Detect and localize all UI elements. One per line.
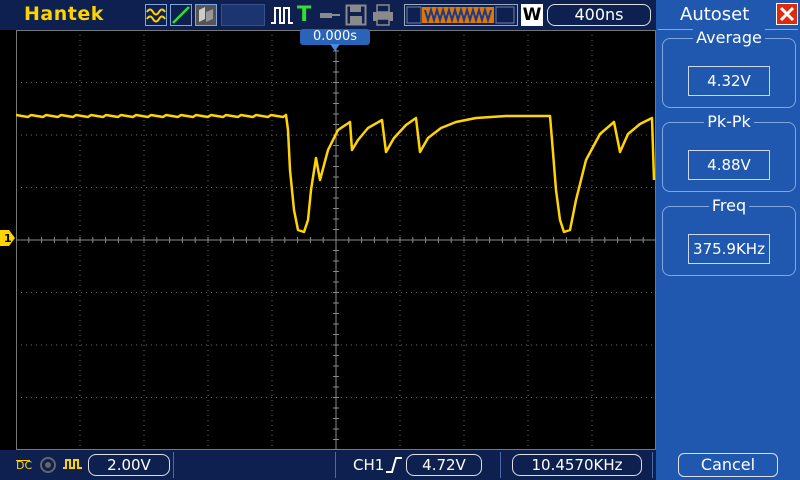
waveform-display[interactable] [16, 30, 656, 450]
separator [652, 452, 653, 478]
rising-edge-icon[interactable] [384, 455, 404, 475]
separator [335, 452, 336, 478]
average-title: Average [662, 28, 796, 47]
wave-mode-icon[interactable]: W [521, 4, 543, 26]
trigger-source-label[interactable]: CH1 [353, 456, 384, 474]
print-icon[interactable] [371, 4, 395, 26]
probe-icon[interactable] [318, 4, 342, 26]
status-slot [221, 4, 265, 26]
close-icon [779, 6, 795, 22]
pk-pk-value[interactable]: 4.88V [688, 150, 770, 180]
pk-pk-title: Pk-Pk [662, 112, 796, 131]
memory-depth-bar[interactable] [404, 4, 518, 26]
average-value[interactable]: 4.32V [688, 66, 770, 96]
freq-value[interactable]: 375.9KHz [688, 234, 770, 264]
pulse-trigger-icon[interactable] [270, 4, 294, 26]
close-button[interactable] [776, 3, 798, 25]
top-status-bar: Hantek T W 400ns [0, 0, 656, 30]
channel-1-marker[interactable]: 1 [0, 230, 16, 246]
grid [16, 30, 656, 450]
brand-logo: Hantek [24, 3, 104, 25]
separator [173, 452, 174, 478]
timebase-display[interactable]: 400ns [547, 4, 651, 26]
coupling-label: DC [16, 459, 33, 472]
cancel-button[interactable]: Cancel [678, 453, 778, 477]
invert-icon[interactable] [62, 456, 84, 474]
trigger-status-icon: T [297, 2, 312, 26]
ramp-icon[interactable] [170, 4, 192, 26]
separator [500, 452, 501, 478]
channel-1-trace [16, 113, 656, 234]
frequency-counter-display[interactable]: 10.4570KHz [512, 454, 642, 476]
volts-per-div-display[interactable]: 2.00V [88, 454, 170, 476]
freq-title: Freq [662, 196, 796, 215]
save-icon[interactable] [345, 4, 367, 26]
trigger-position-marker [330, 44, 340, 51]
display-mode-icon[interactable] [195, 4, 217, 26]
trigger-position-label[interactable]: 0.000s [300, 29, 370, 45]
trigger-level-display[interactable]: 4.72V [406, 454, 482, 476]
waveform-type-icon[interactable] [145, 4, 167, 26]
bandwidth-limit-icon[interactable] [38, 455, 58, 475]
coupling-indicator: DC [16, 455, 32, 471]
channel-1-marker-label: 1 [4, 232, 12, 245]
